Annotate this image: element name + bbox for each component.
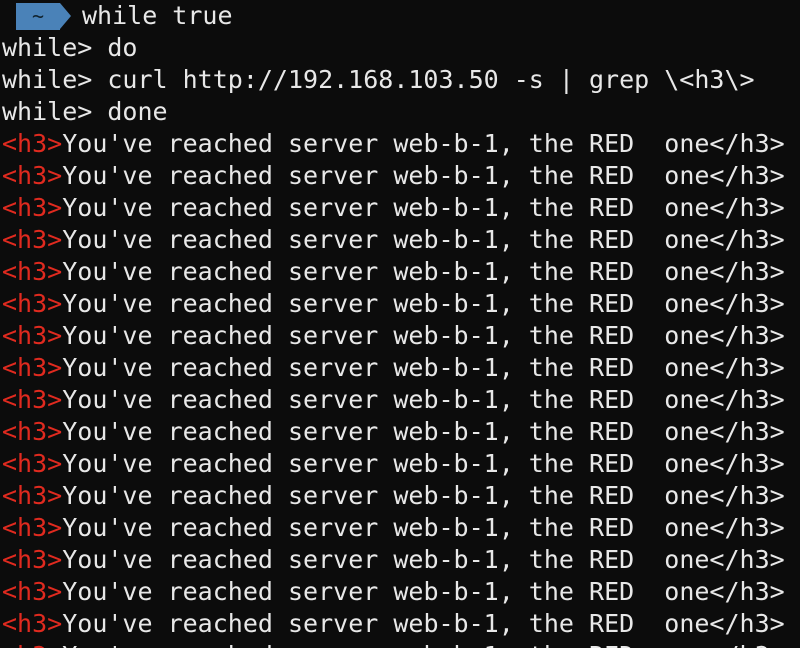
output-line: <h3>You've reached server web-b-1, the R… [0,480,800,512]
grep-match-tag: <h3> [2,321,63,350]
output-line-text: You've reached server web-b-1, the RED o… [62,161,785,190]
output-line-text: You've reached server web-b-1, the RED o… [62,577,785,606]
continuation-line: while> curl http://192.168.103.50 -s | g… [2,65,755,94]
output-line-text: You've reached server web-b-1, the RED o… [62,225,785,254]
output-line-text: You've reached server web-b-1, the RED o… [62,257,785,286]
output-line: <h3>You've reached server web-b-1, the R… [0,384,800,416]
output-line: <h3>You've reached server web-b-1, the R… [0,128,800,160]
output-line: <h3>You've reached server web-b-1, the R… [0,160,800,192]
output-line: <h3>You've reached server web-b-1, the R… [0,224,800,256]
grep-match-tag: <h3> [2,449,63,478]
output-line: <h3>You've reached server web-b-1, the R… [0,640,800,648]
grep-match-tag: <h3> [2,481,63,510]
output-line-text: You've reached server web-b-1, the RED o… [62,417,785,446]
output-line: <h3>You've reached server web-b-1, the R… [0,192,800,224]
output-line-text: You've reached server web-b-1, the RED o… [62,513,785,542]
output-line-text: You've reached server web-b-1, the RED o… [62,545,785,574]
output-line-text: You've reached server web-b-1, the RED o… [62,129,785,158]
output-line-text: You've reached server web-b-1, the RED o… [62,641,784,648]
grep-match-tag: <h3> [2,161,63,190]
output-line-text: You've reached server web-b-1, the RED o… [62,449,785,478]
continuation-line: while> done [2,97,168,126]
output-line-text: You've reached server web-b-1, the RED o… [62,385,785,414]
grep-match-tag: <h3> [2,225,63,254]
grep-match-tag: <h3> [2,353,63,382]
output-line: <h3>You've reached server web-b-1, the R… [0,288,800,320]
grep-match-tag: <h3> [2,577,63,606]
terminal-output: <h3>You've reached server web-b-1, the R… [0,128,800,648]
grep-match-tag: <h3> [2,513,63,542]
terminal-window[interactable]: ~ while true while> do while> curl http:… [0,0,800,648]
grep-match-tag: <h3> [2,193,63,222]
output-line: <h3>You've reached server web-b-1, the R… [0,512,800,544]
command-input[interactable]: while true [82,0,233,32]
output-line: <h3>You've reached server web-b-1, the R… [0,576,800,608]
output-line: <h3>You've reached server web-b-1, the R… [0,544,800,576]
grep-match-tag: <h3> [2,641,62,648]
grep-match-tag: <h3> [2,385,63,414]
output-line-text: You've reached server web-b-1, the RED o… [62,193,785,222]
output-line-text: You've reached server web-b-1, the RED o… [62,353,785,382]
output-line-text: You've reached server web-b-1, the RED o… [62,321,785,350]
grep-match-tag: <h3> [2,289,63,318]
prompt-line: ~ while true [0,0,800,32]
grep-match-tag: <h3> [2,545,63,574]
grep-match-tag: <h3> [2,129,63,158]
grep-match-tag: <h3> [2,417,63,446]
continuation-line: while> do [2,33,138,62]
grep-match-tag: <h3> [2,609,63,638]
output-line: <h3>You've reached server web-b-1, the R… [0,608,800,640]
output-line: <h3>You've reached server web-b-1, the R… [0,416,800,448]
output-line: <h3>You've reached server web-b-1, the R… [0,320,800,352]
output-line: <h3>You've reached server web-b-1, the R… [0,448,800,480]
output-line: <h3>You've reached server web-b-1, the R… [0,352,800,384]
output-line-text: You've reached server web-b-1, the RED o… [62,481,785,510]
output-line-text: You've reached server web-b-1, the RED o… [62,609,785,638]
grep-match-tag: <h3> [2,257,63,286]
output-line-text: You've reached server web-b-1, the RED o… [62,289,785,318]
prompt-path-badge: ~ [16,2,71,30]
output-line: <h3>You've reached server web-b-1, the R… [0,256,800,288]
